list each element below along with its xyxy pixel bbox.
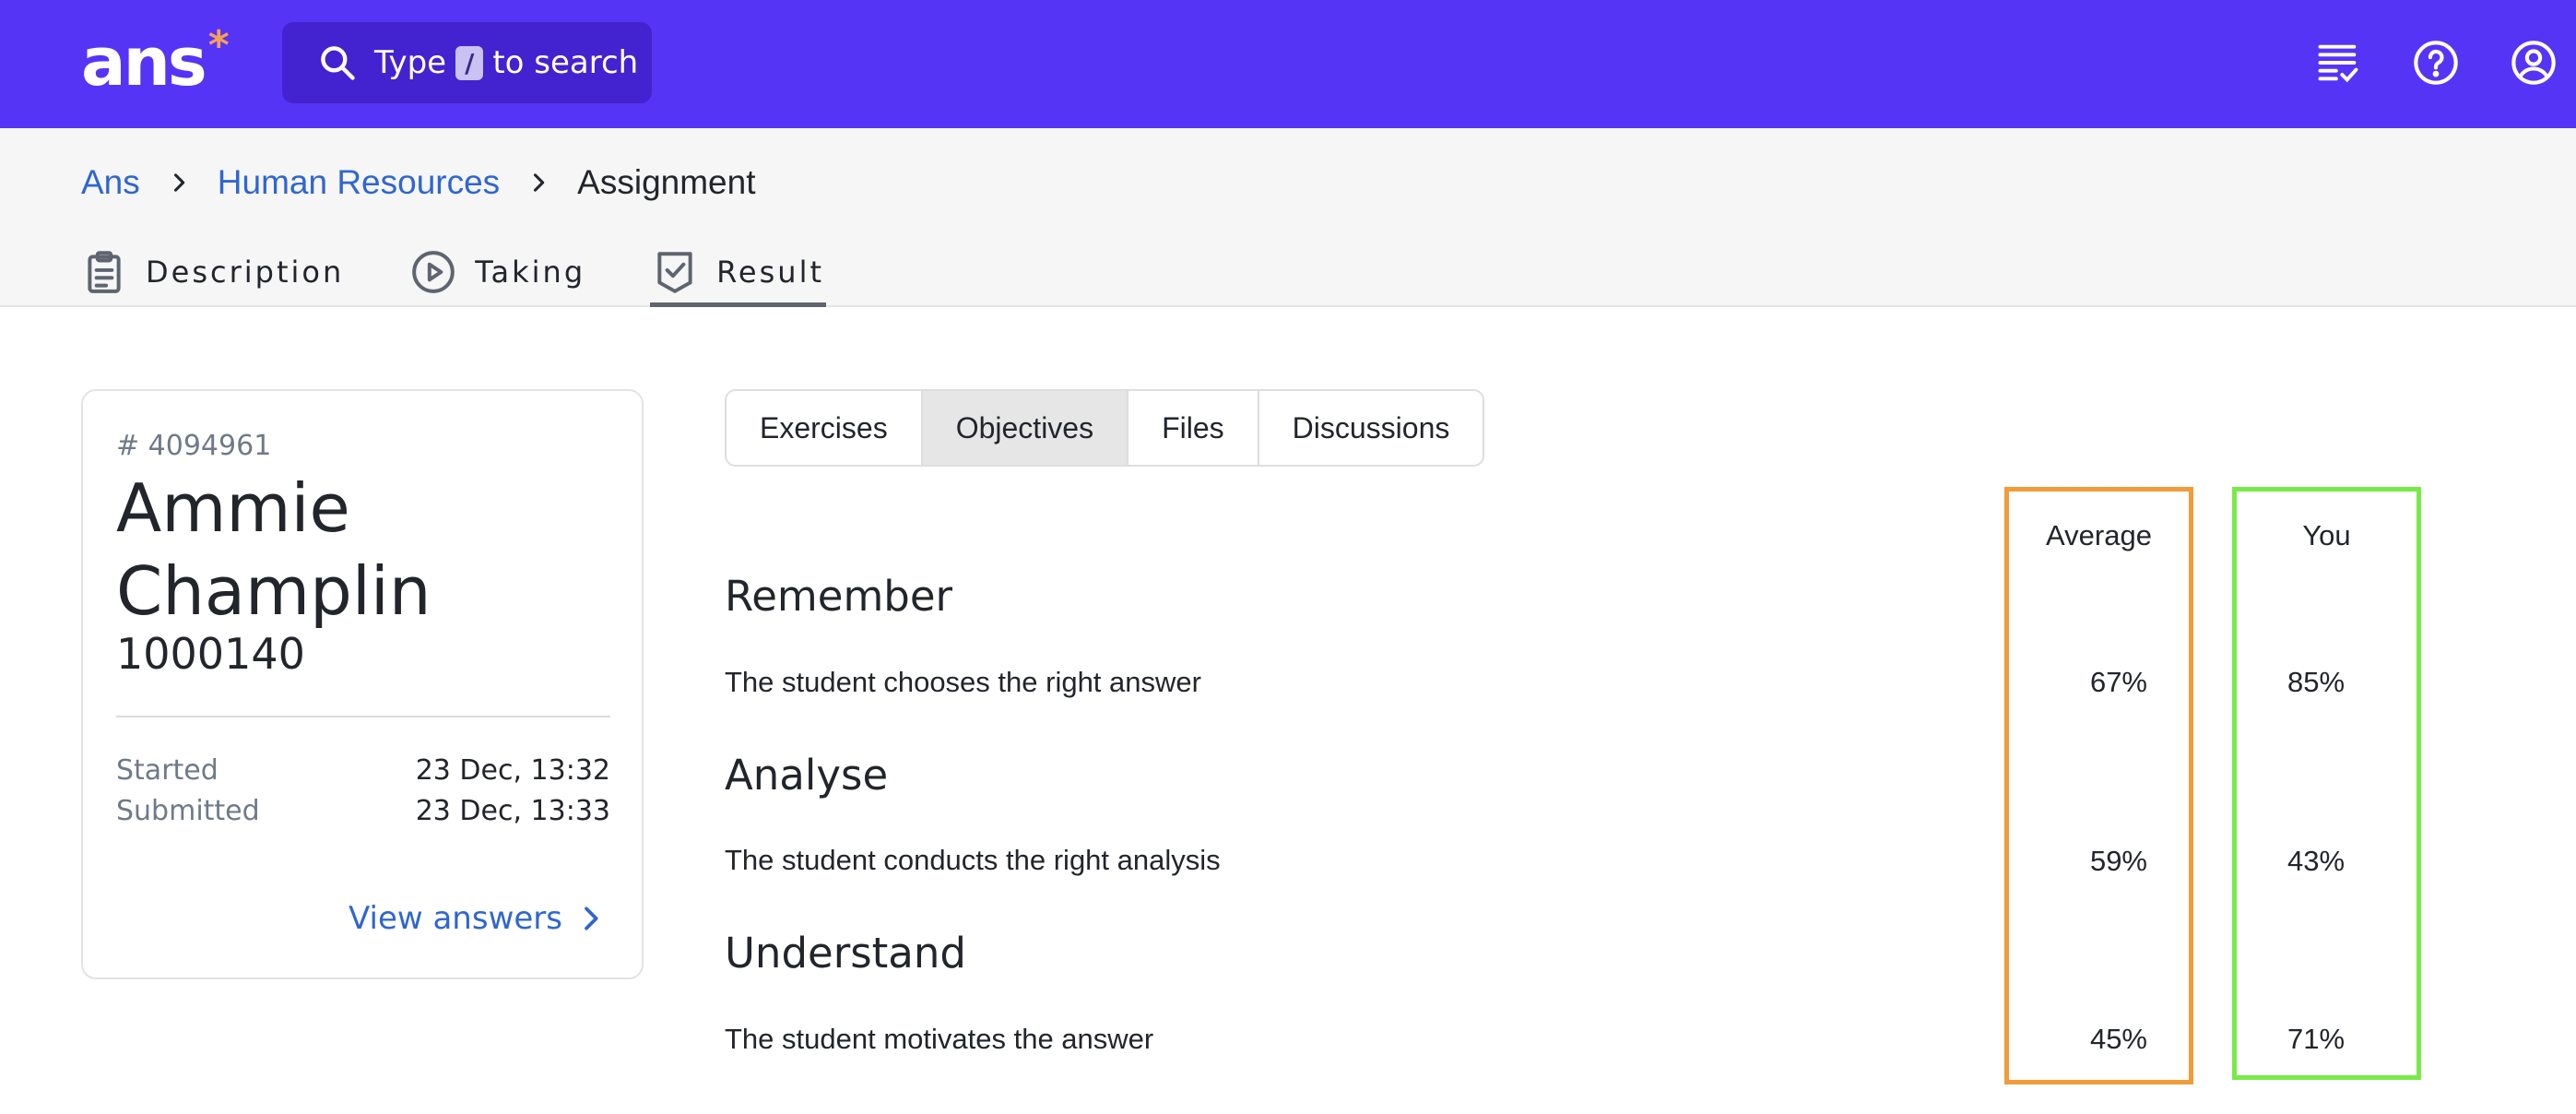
page-tabs: Description Taking Result bbox=[81, 237, 891, 307]
average-score: 67% bbox=[2089, 666, 2147, 698]
chevron-right-icon bbox=[585, 907, 598, 930]
started-label: Started bbox=[116, 754, 219, 787]
objective-text: The student motivates the answer bbox=[725, 1023, 1154, 1055]
tab-files[interactable]: Files bbox=[1128, 391, 1259, 465]
submitted-label: Submitted bbox=[116, 795, 260, 827]
you-header: You bbox=[2302, 519, 2351, 551]
tab-label: Taking bbox=[475, 255, 586, 290]
average-score: 45% bbox=[2089, 1023, 2147, 1055]
search-placeholder: Type / to search bbox=[374, 44, 638, 81]
clipboard-icon bbox=[88, 251, 121, 293]
view-answers-label: View answers bbox=[348, 900, 562, 937]
your-score: 71% bbox=[2287, 1023, 2346, 1055]
breadcrumb-link-ans[interactable]: Ans bbox=[81, 163, 140, 202]
student-number: 1000140 bbox=[116, 629, 305, 679]
chevron-right-icon bbox=[173, 173, 184, 192]
student-last-name: Champlin bbox=[116, 552, 431, 630]
view-answers-link[interactable]: View answers bbox=[349, 900, 605, 937]
search-input[interactable]: Type / to search bbox=[282, 22, 652, 103]
tab-label: Result bbox=[716, 255, 824, 290]
logo-asterisk: * bbox=[207, 22, 230, 69]
started-row: Started 23 Dec, 13:32 bbox=[116, 754, 610, 787]
student-first-name: Ammie bbox=[116, 469, 350, 547]
checklist-icon[interactable] bbox=[2314, 39, 2362, 87]
divider bbox=[116, 716, 610, 717]
top-bar: ans * Type / to search bbox=[0, 0, 2576, 128]
result-tabs: Exercises Objectives Files Discussions bbox=[725, 389, 1485, 467]
tab-objectives[interactable]: Objectives bbox=[922, 391, 1129, 465]
student-name: Ammie Champlin bbox=[116, 467, 431, 633]
your-score: 85% bbox=[2287, 666, 2346, 698]
average-column: Average 67% 59% 45% bbox=[2004, 487, 2193, 1084]
logo-text: ans bbox=[81, 23, 207, 101]
objective-text: The student chooses the right answer bbox=[725, 666, 1201, 698]
play-icon bbox=[412, 251, 455, 293]
tab-label: Description bbox=[146, 255, 345, 290]
objective-category: Analyse bbox=[725, 751, 889, 800]
assignment-subheader: Ans Human Resources Assignment Descripti… bbox=[0, 128, 2576, 307]
search-prefix: Type bbox=[374, 44, 447, 81]
breadcrumb-link-human-resources[interactable]: Human Resources bbox=[218, 163, 500, 202]
tab-result[interactable]: Result bbox=[650, 237, 826, 307]
student-card: # 4094961 Ammie Champlin 1000140 Started… bbox=[81, 389, 644, 979]
tab-discussions[interactable]: Discussions bbox=[1258, 391, 1483, 465]
average-header: Average bbox=[2046, 519, 2152, 551]
ans-logo[interactable]: ans * bbox=[81, 20, 230, 103]
objective-category: Understand bbox=[725, 929, 966, 978]
submitted-value: 23 Dec, 13:33 bbox=[415, 795, 610, 827]
account-icon[interactable] bbox=[2510, 39, 2558, 87]
search-suffix: to search bbox=[492, 44, 639, 81]
tab-taking[interactable]: Taking bbox=[410, 237, 585, 307]
objective-category: Remember bbox=[725, 572, 953, 621]
tab-exercises[interactable]: Exercises bbox=[727, 391, 923, 465]
your-score: 43% bbox=[2287, 845, 2346, 877]
help-icon[interactable] bbox=[2412, 39, 2460, 87]
student-id: # 4094961 bbox=[116, 430, 272, 462]
average-score: 59% bbox=[2089, 845, 2147, 877]
chevron-right-icon bbox=[534, 173, 545, 192]
submitted-row: Submitted 23 Dec, 13:33 bbox=[116, 795, 610, 827]
check-shield-icon bbox=[657, 252, 692, 293]
search-shortcut-key: / bbox=[455, 45, 484, 80]
objective-text: The student conducts the right analysis bbox=[725, 844, 1221, 876]
search-icon bbox=[321, 46, 355, 80]
breadcrumb: Ans Human Resources Assignment bbox=[81, 163, 755, 202]
breadcrumb-current: Assignment bbox=[577, 163, 756, 201]
started-value: 23 Dec, 13:32 bbox=[415, 754, 610, 787]
tab-description[interactable]: Description bbox=[81, 237, 344, 307]
you-column: You 85% 43% 71% bbox=[2232, 487, 2421, 1080]
